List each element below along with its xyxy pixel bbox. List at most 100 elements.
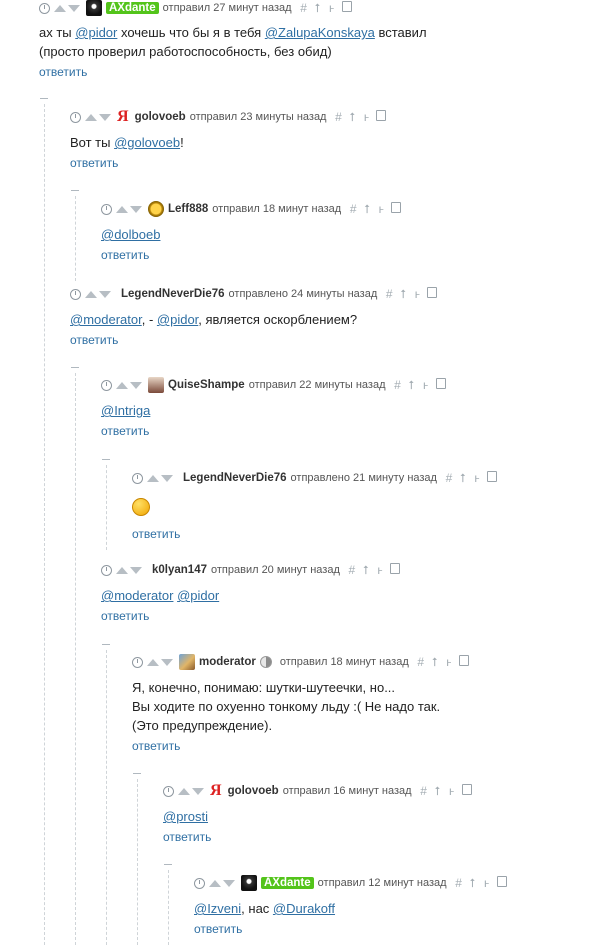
mention-link[interactable]: @golovoeb xyxy=(114,135,180,150)
avatar[interactable] xyxy=(86,0,102,16)
mention-link[interactable]: @Intriga xyxy=(101,403,150,418)
author-name[interactable]: AXdante xyxy=(106,2,159,14)
branch-icon[interactable]: ⱶ xyxy=(328,1,336,16)
reply-link[interactable]: ответить xyxy=(132,527,610,541)
mention-link[interactable]: @moderator xyxy=(101,588,173,603)
author-name[interactable]: LegendNeverDie76 xyxy=(121,288,225,300)
downvote-icon[interactable] xyxy=(161,474,173,482)
branch-icon[interactable]: ⱶ xyxy=(448,784,456,799)
mention-link[interactable]: @Izveni xyxy=(194,901,241,916)
downvote-icon[interactable] xyxy=(99,113,111,121)
hash-icon[interactable]: # xyxy=(348,563,356,578)
branch-icon[interactable]: ⱶ xyxy=(445,655,453,670)
collapse-toggle[interactable] xyxy=(164,864,172,865)
upvote-icon[interactable] xyxy=(116,205,128,213)
upvote-icon[interactable] xyxy=(178,787,190,795)
save-icon[interactable] xyxy=(389,562,400,574)
save-icon[interactable] xyxy=(427,286,438,298)
author-name[interactable]: AXdante xyxy=(261,877,314,889)
author-name[interactable]: Leff888 xyxy=(168,203,208,215)
parent-icon[interactable]: ⭡ xyxy=(434,784,442,799)
save-icon[interactable] xyxy=(461,783,472,795)
branch-icon[interactable]: ⱶ xyxy=(473,471,481,486)
parent-icon[interactable]: ⭡ xyxy=(314,1,322,16)
save-icon[interactable] xyxy=(341,0,352,12)
save-icon[interactable] xyxy=(391,201,402,213)
mention-link[interactable]: @prosti xyxy=(163,809,208,824)
reply-link[interactable]: ответить xyxy=(194,922,609,936)
downvote-icon[interactable] xyxy=(223,879,235,887)
upvote-icon[interactable] xyxy=(147,474,159,482)
collapse-toggle[interactable] xyxy=(40,98,48,99)
downvote-icon[interactable] xyxy=(192,787,204,795)
parent-icon[interactable]: ⭡ xyxy=(408,378,416,393)
author-name[interactable]: moderator xyxy=(199,656,256,668)
reply-link[interactable]: ответить xyxy=(101,424,611,438)
parent-icon[interactable]: ⭡ xyxy=(363,202,371,217)
mention-link[interactable]: @pidor xyxy=(177,588,219,603)
reply-link[interactable]: ответить xyxy=(70,156,610,170)
save-icon[interactable] xyxy=(496,875,507,887)
upvote-icon[interactable] xyxy=(116,566,128,574)
upvote-icon[interactable] xyxy=(85,113,97,121)
hash-icon[interactable]: # xyxy=(300,1,308,16)
mention-link[interactable]: @pidor xyxy=(157,312,198,327)
downvote-icon[interactable] xyxy=(130,381,142,389)
hash-icon[interactable]: # xyxy=(455,876,463,891)
save-icon[interactable] xyxy=(376,109,387,121)
mention-link[interactable]: @dolboeb xyxy=(101,227,160,242)
author-name[interactable]: LegendNeverDie76 xyxy=(183,472,287,484)
save-icon[interactable] xyxy=(486,470,497,482)
branch-icon[interactable]: ⱶ xyxy=(422,378,430,393)
downvote-icon[interactable] xyxy=(68,4,80,12)
branch-icon[interactable]: ⱶ xyxy=(413,287,421,302)
reply-link[interactable]: ответить xyxy=(101,248,611,262)
hash-icon[interactable]: # xyxy=(349,202,357,217)
mention-link[interactable]: @Durakoff xyxy=(273,901,335,916)
upvote-icon[interactable] xyxy=(85,290,97,298)
upvote-icon[interactable] xyxy=(147,658,159,666)
downvote-icon[interactable] xyxy=(130,566,142,574)
collapse-toggle[interactable] xyxy=(133,773,141,774)
mention-link[interactable]: @pidor xyxy=(75,25,117,40)
mention-link[interactable]: @moderator xyxy=(70,312,142,327)
hash-icon[interactable]: # xyxy=(394,378,402,393)
collapse-toggle[interactable] xyxy=(102,459,110,460)
branch-icon[interactable]: ⱶ xyxy=(483,876,491,891)
hash-icon[interactable]: # xyxy=(385,287,393,302)
author-name[interactable]: golovoeb xyxy=(228,785,279,797)
parent-icon[interactable]: ⭡ xyxy=(431,655,439,670)
reply-link[interactable]: ответить xyxy=(101,609,611,623)
parent-icon[interactable]: ⭡ xyxy=(459,471,467,486)
collapse-toggle[interactable] xyxy=(71,190,79,191)
author-name[interactable]: golovoeb xyxy=(135,111,186,123)
upvote-icon[interactable] xyxy=(116,381,128,389)
avatar[interactable] xyxy=(179,654,195,670)
downvote-icon[interactable] xyxy=(130,205,142,213)
avatar[interactable] xyxy=(241,875,257,891)
collapse-toggle[interactable] xyxy=(71,367,79,368)
save-icon[interactable] xyxy=(458,654,469,666)
hash-icon[interactable]: # xyxy=(420,784,428,799)
downvote-icon[interactable] xyxy=(99,290,111,298)
reply-link[interactable]: ответить xyxy=(39,65,609,79)
hash-icon[interactable]: # xyxy=(334,110,342,125)
reply-link[interactable]: ответить xyxy=(132,739,610,753)
mention-link[interactable]: @ZalupaKonskaya xyxy=(265,25,375,40)
collapse-toggle[interactable] xyxy=(102,644,110,645)
avatar[interactable] xyxy=(148,377,164,393)
upvote-icon[interactable] xyxy=(54,4,66,12)
branch-icon[interactable]: ⱶ xyxy=(377,202,385,217)
parent-icon[interactable]: ⭡ xyxy=(469,876,477,891)
branch-icon[interactable]: ⱶ xyxy=(376,563,384,578)
save-icon[interactable] xyxy=(435,377,446,389)
branch-icon[interactable]: ⱶ xyxy=(362,110,370,125)
parent-icon[interactable]: ⭡ xyxy=(362,563,370,578)
author-name[interactable]: QuiseShampe xyxy=(168,379,245,391)
parent-icon[interactable]: ⭡ xyxy=(399,287,407,302)
parent-icon[interactable]: ⭡ xyxy=(348,110,356,125)
upvote-icon[interactable] xyxy=(209,879,221,887)
hash-icon[interactable]: # xyxy=(445,471,453,486)
reply-link[interactable]: ответить xyxy=(163,830,609,844)
avatar[interactable] xyxy=(148,201,164,217)
